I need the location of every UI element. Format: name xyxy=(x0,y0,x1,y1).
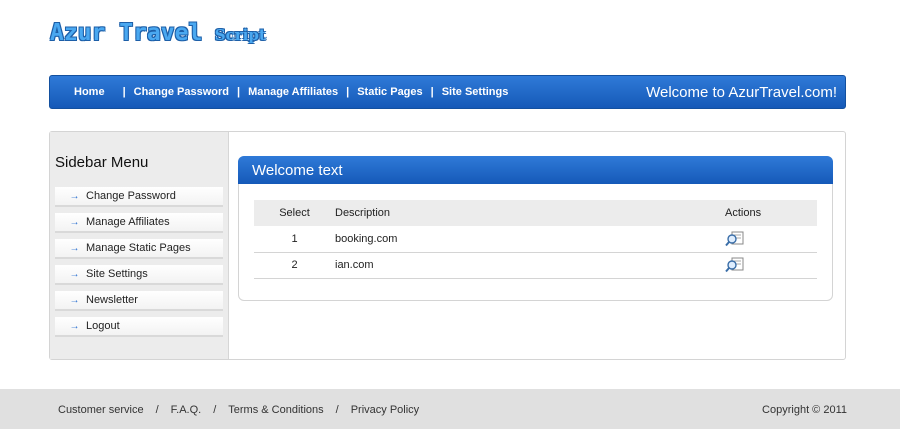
column-header-description: Description xyxy=(335,207,391,219)
footer: Customer service / F.A.Q. / Terms & Cond… xyxy=(0,389,900,429)
nav-home[interactable]: Home xyxy=(74,86,105,98)
footer-separator: / xyxy=(335,404,339,416)
arrow-right-icon: → xyxy=(69,268,80,280)
table-header-row: Select Description Actions xyxy=(254,200,817,226)
column-header-select: Select xyxy=(279,207,310,219)
footer-link-customer-service[interactable]: Customer service xyxy=(58,404,144,416)
sidebar-item-logout[interactable]: → Logout xyxy=(55,317,223,337)
sidebar-item-newsletter[interactable]: → Newsletter xyxy=(55,291,223,311)
site-logo: Azur Travel Script xyxy=(50,20,266,50)
nav-separator: | xyxy=(430,86,434,98)
row-actions xyxy=(725,226,817,252)
row-description: ian.com xyxy=(335,259,374,271)
nav-separator: | xyxy=(237,86,241,98)
top-navigation-bar: Home | Change Password | Manage Affiliat… xyxy=(49,75,846,109)
sidebar: Sidebar Menu → Change Password → Manage … xyxy=(50,132,229,359)
sidebar-item-label: Change Password xyxy=(86,190,176,202)
sidebar-item-manage-static-pages[interactable]: → Manage Static Pages xyxy=(55,239,223,259)
sidebar-item-label: Manage Affiliates xyxy=(86,216,170,228)
row-select: 1 xyxy=(291,232,298,245)
footer-separator: / xyxy=(155,404,159,416)
footer-link-terms[interactable]: Terms & Conditions xyxy=(228,404,323,416)
nav-separator: | xyxy=(122,86,126,98)
row-actions xyxy=(725,252,817,278)
main-nav: Home | Change Password | Manage Affiliat… xyxy=(50,86,508,98)
nav-site-settings[interactable]: Site Settings xyxy=(442,86,509,98)
sidebar-item-label: Newsletter xyxy=(86,294,138,306)
table-row: 2 ian.com xyxy=(254,252,817,278)
sidebar-item-manage-affiliates[interactable]: → Manage Affiliates xyxy=(55,213,223,233)
nav-change-password[interactable]: Change Password xyxy=(134,86,229,98)
affiliates-table: Select Description Actions 1 booking.com xyxy=(254,200,817,279)
logo-main-text: Azur Travel xyxy=(50,20,203,46)
footer-separator: / xyxy=(213,404,217,416)
sidebar-title: Sidebar Menu xyxy=(55,154,149,171)
sidebar-item-label: Manage Static Pages xyxy=(86,242,191,254)
row-description: booking.com xyxy=(335,232,398,245)
arrow-right-icon: → xyxy=(69,294,80,306)
copyright-text: Copyright © 2011 xyxy=(762,404,847,416)
nav-separator: | xyxy=(346,86,350,98)
sidebar-item-label: Site Settings xyxy=(86,268,148,280)
sidebar-item-label: Logout xyxy=(86,320,120,332)
logo-sub-text: Script xyxy=(214,26,266,44)
welcome-message: Welcome to AzurTravel.com! xyxy=(646,83,837,101)
table-row: 1 booking.com xyxy=(254,226,817,252)
main-wrapper: Sidebar Menu → Change Password → Manage … xyxy=(49,131,846,360)
footer-link-faq[interactable]: F.A.Q. xyxy=(171,404,202,416)
sidebar-item-site-settings[interactable]: → Site Settings xyxy=(55,265,223,285)
arrow-right-icon: → xyxy=(69,320,80,332)
footer-links: Customer service / F.A.Q. / Terms & Cond… xyxy=(58,404,419,416)
arrow-right-icon: → xyxy=(69,190,80,202)
arrow-right-icon: → xyxy=(69,242,80,254)
view-magnifier-icon[interactable] xyxy=(725,231,745,247)
footer-link-privacy[interactable]: Privacy Policy xyxy=(351,404,419,416)
view-magnifier-icon[interactable] xyxy=(725,257,745,273)
nav-static-pages[interactable]: Static Pages xyxy=(357,86,422,98)
nav-manage-affiliates[interactable]: Manage Affiliates xyxy=(248,86,338,98)
arrow-right-icon: → xyxy=(69,216,80,228)
panel-title: Welcome text xyxy=(238,156,833,184)
column-header-actions: Actions xyxy=(725,207,762,219)
row-select: 2 xyxy=(291,259,298,271)
sidebar-item-change-password[interactable]: → Change Password xyxy=(55,187,223,207)
content-panel: Welcome text Select Description Actions … xyxy=(238,156,833,301)
